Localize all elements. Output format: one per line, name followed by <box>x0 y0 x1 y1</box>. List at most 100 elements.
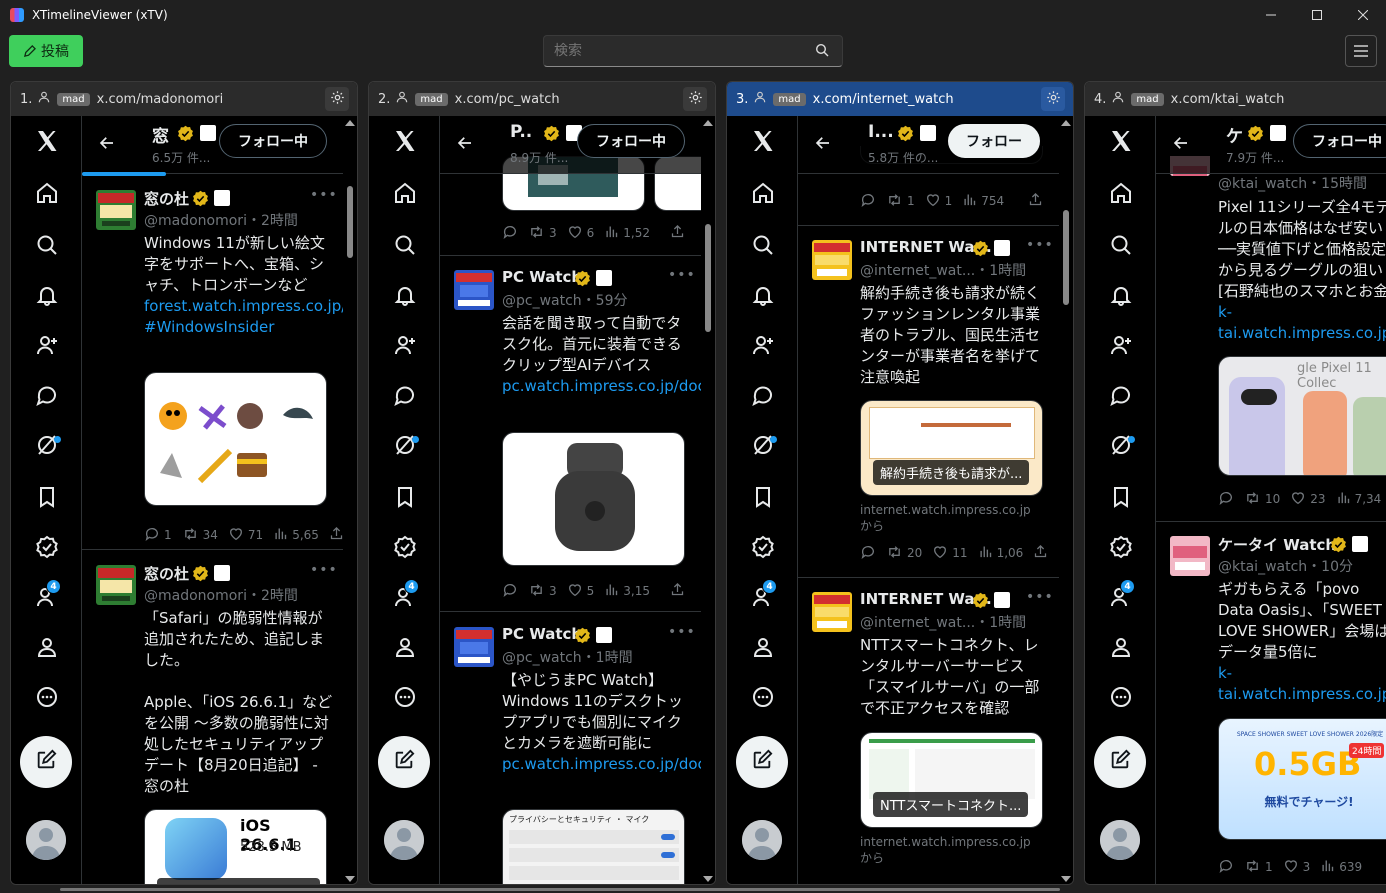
tweet[interactable]: INTERNET Wa... ••• @internet_wat...・1時間 解約手… <box>798 226 1059 578</box>
nav-bookmark[interactable] <box>750 486 776 512</box>
scroll-down-arrow[interactable] <box>345 876 355 882</box>
views-button[interactable]: 3,15 <box>604 582 650 600</box>
nav-explore-search[interactable] <box>1108 234 1134 260</box>
like-button[interactable]: 11 <box>932 544 968 563</box>
account-avatar[interactable] <box>26 820 66 860</box>
tweet[interactable]: @ktai_watch・15時間 Pixel 11シリーズ全4モデルの日本価格はな… <box>1156 116 1386 522</box>
compose-post-button[interactable] <box>378 736 430 788</box>
views-button[interactable]: 7,34 <box>1336 490 1381 508</box>
scrollbar-thumb[interactable] <box>1063 210 1069 305</box>
tweet-link[interactable]: forest.watch.impress.co.jp/docs/news/ins… <box>144 297 343 315</box>
like-button[interactable]: 71 <box>228 526 263 545</box>
like-button[interactable]: 1 <box>925 192 952 211</box>
tweet-link[interactable]: pc.watch.impress.co.jp/docs/news/2134... <box>502 377 701 395</box>
reply-button[interactable]: 1 <box>144 526 172 545</box>
tweet[interactable]: 窓の杜 ••• @madonomori・2時間 Windows 11が新しい絵文字をサ… <box>82 176 343 550</box>
search-icon[interactable] <box>815 43 829 57</box>
nav-messages-chat[interactable] <box>392 384 418 410</box>
more-options-icon[interactable]: ••• <box>310 562 338 578</box>
back-arrow-icon[interactable] <box>1172 134 1190 156</box>
author-name[interactable]: ケータイ Watch <box>1218 534 1336 555</box>
follow-button[interactable]: フォロー中 <box>577 124 685 158</box>
emoji-image[interactable] <box>144 372 327 506</box>
nav-bookmark[interactable] <box>392 486 418 512</box>
tweet-link[interactable]: k-tai.watch.impress.co.jp/docs/news/2134… <box>1218 664 1386 703</box>
repost-button[interactable]: 3 <box>528 224 557 243</box>
clip-ai-device-image[interactable] <box>502 432 685 566</box>
share-icon[interactable] <box>670 582 685 600</box>
nav-x-logo[interactable] <box>1108 130 1134 156</box>
nav-home[interactable] <box>750 182 776 208</box>
share-icon[interactable] <box>670 224 685 242</box>
nav-home[interactable] <box>1108 182 1134 208</box>
hashtag-link[interactable]: #WindowsInsider <box>144 318 274 336</box>
nav-more-circle[interactable] <box>392 686 418 712</box>
horizontal-scrollbar-thumb[interactable] <box>60 888 1060 891</box>
tweet[interactable]: ケータイ Watch•••@ktai_watch・10分ギガもらえる「povo … <box>1156 522 1386 884</box>
share-icon[interactable] <box>1028 192 1043 210</box>
nav-more-circle[interactable] <box>1108 686 1134 712</box>
nav-verified-orgs[interactable] <box>34 535 60 562</box>
maximize-button[interactable] <box>1294 0 1340 30</box>
hamburger-menu-button[interactable] <box>1345 35 1377 67</box>
nav-more-circle[interactable] <box>34 686 60 712</box>
column-settings-button[interactable] <box>325 87 349 111</box>
follow-button[interactable]: フォロー中 <box>1293 124 1386 158</box>
views-button[interactable]: 754 <box>962 192 1004 210</box>
nav-profile[interactable] <box>750 636 776 662</box>
nav-notifications-bell[interactable] <box>34 284 60 310</box>
compose-post-button[interactable] <box>1094 736 1146 788</box>
tweet[interactable]: INTERNET Wa... ••• @internet_wat...・1時間 NTT… <box>798 578 1059 884</box>
back-arrow-icon[interactable] <box>456 134 474 156</box>
more-options-icon[interactable]: ••• <box>1026 237 1054 253</box>
reply-button[interactable] <box>860 192 876 211</box>
views-button[interactable]: 1,52 <box>604 224 650 242</box>
article-image[interactable]: NTTスマートコネクト... <box>860 732 1043 828</box>
repost-button[interactable]: 34 <box>182 526 218 545</box>
scroll-up-arrow[interactable] <box>1061 120 1071 126</box>
nav-x-logo[interactable] <box>34 130 60 156</box>
compose-post-button[interactable] <box>20 736 72 788</box>
tweet[interactable]: 窓の杜 ••• @madonomori・2時間 「Safari」の脆弱性情報が追加され… <box>82 551 343 884</box>
search-input[interactable] <box>543 35 843 67</box>
promo-banner-image[interactable]: SPACE SHOWER SWEET LOVE SHOWER 2026限定 0.5… <box>1218 718 1386 840</box>
nav-bookmark[interactable] <box>34 486 60 512</box>
nav-notifications-bell[interactable] <box>1108 284 1134 310</box>
scroll-down-arrow[interactable] <box>703 876 713 882</box>
nav-explore-search[interactable] <box>34 234 60 260</box>
nav-messages-chat[interactable] <box>750 384 776 410</box>
author-avatar[interactable] <box>96 565 136 605</box>
article-image[interactable]: 解約手続き後も請求が... <box>860 400 1043 496</box>
author-avatar[interactable] <box>812 240 852 280</box>
nav-bookmark[interactable] <box>1108 486 1134 512</box>
views-button[interactable]: 5,65 <box>273 526 319 544</box>
back-arrow-icon[interactable] <box>98 134 116 156</box>
nav-x-logo[interactable] <box>392 130 418 156</box>
author-name[interactable]: 窓の杜 <box>144 563 189 584</box>
nav-notifications-bell[interactable] <box>750 284 776 310</box>
account-avatar[interactable] <box>742 820 782 860</box>
nav-explore-search[interactable] <box>750 234 776 260</box>
pixel-phones-image[interactable]: gle Pixel 11 Collec <box>1218 356 1386 476</box>
nav-profile[interactable] <box>392 636 418 662</box>
tweet-link[interactable]: k-tai.watch.impress.co.jp/docs/column/va… <box>1218 303 1386 342</box>
nav-x-logo[interactable] <box>750 130 776 156</box>
author-avatar[interactable] <box>1170 536 1210 576</box>
author-avatar[interactable] <box>96 190 136 230</box>
account-avatar[interactable] <box>1100 820 1140 860</box>
reply-button[interactable] <box>502 582 518 601</box>
scroll-up-arrow[interactable] <box>703 120 713 126</box>
repost-button[interactable]: 20 <box>886 544 922 563</box>
column-scrollbar[interactable] <box>1059 116 1073 884</box>
nav-home[interactable] <box>392 182 418 208</box>
author-avatar[interactable] <box>454 627 494 667</box>
ios-update-card[interactable]: iOS 26.6.1528.5 MBApple、「iOS 26.6.1」... <box>144 809 327 884</box>
nav-profile[interactable] <box>34 636 60 662</box>
nav-notifications-bell[interactable] <box>392 284 418 310</box>
views-button[interactable]: 639 <box>1320 858 1362 876</box>
scrollbar-thumb[interactable] <box>705 224 711 332</box>
scrollbar-thumb[interactable] <box>347 186 353 258</box>
author-name[interactable]: 窓の杜 <box>144 188 189 209</box>
repost-button[interactable]: 1 <box>1244 858 1273 877</box>
more-options-icon[interactable]: ••• <box>668 267 696 283</box>
